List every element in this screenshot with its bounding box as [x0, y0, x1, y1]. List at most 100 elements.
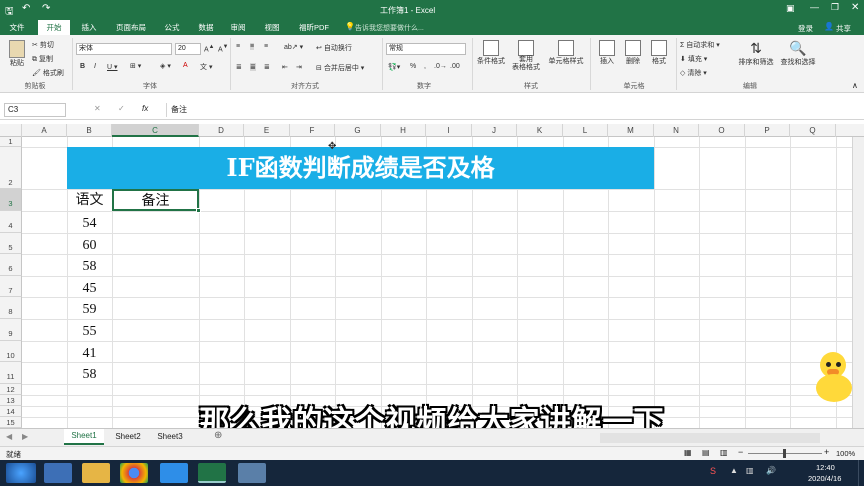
column-header[interactable]: O [699, 124, 745, 137]
column-header[interactable]: F [290, 124, 335, 137]
number-format-dropdown[interactable]: 常规 [386, 43, 466, 55]
score-cell[interactable]: 45 [67, 276, 112, 297]
score-cell[interactable]: 54 [67, 211, 112, 233]
sogou-icon[interactable] [160, 463, 188, 483]
align-bottom-icon[interactable]: ≡ [264, 43, 268, 50]
merge-center-button[interactable]: ⊟ 合并后居中 ▾ [316, 63, 364, 73]
volume-icon[interactable]: 🔊 [766, 466, 776, 475]
column-header[interactable]: J [472, 124, 517, 137]
paste-button[interactable]: 粘贴 [6, 40, 28, 68]
column-header[interactable]: D [199, 124, 244, 137]
align-center-icon[interactable]: ≣ [250, 63, 256, 71]
column-header[interactable]: G [335, 124, 381, 137]
row-header[interactable]: 13 [0, 395, 22, 406]
enter-icon[interactable]: ✓ [118, 104, 125, 113]
tab-data[interactable]: 数据 [192, 20, 220, 35]
insert-function-icon[interactable]: fx [142, 104, 148, 113]
zoom-in-icon[interactable]: + [824, 447, 829, 457]
fill-color-icon[interactable]: ◈ ▾ [160, 62, 171, 70]
column-header[interactable]: Q [790, 124, 836, 137]
tab-home[interactable]: 开始 [38, 20, 70, 35]
percent-icon[interactable]: % [410, 63, 416, 70]
column-header[interactable]: E [244, 124, 290, 137]
format-as-table-button[interactable]: 套用 表格格式 [508, 40, 544, 72]
row-header[interactable]: 3 [0, 189, 22, 211]
format-cells-button[interactable]: 格式 [648, 40, 670, 66]
copy-button[interactable]: ⧉ 复制 [32, 54, 53, 64]
tab-page-layout[interactable]: 页面布局 [110, 20, 152, 35]
find-select-button[interactable]: 🔍 查找和选择 [778, 40, 818, 67]
restore-icon[interactable]: ❐ [831, 2, 839, 13]
orientation-icon[interactable]: ab↗ ▾ [284, 43, 303, 51]
tell-me-box[interactable]: 告诉我您想要做什么... [355, 23, 424, 33]
increase-decimal-icon[interactable]: .0→ [434, 63, 447, 70]
column-header[interactable]: L [563, 124, 608, 137]
clock-time[interactable]: 12:40 [816, 463, 835, 472]
wrap-text-button[interactable]: ↩ 自动换行 [316, 43, 352, 53]
row-header[interactable]: 4 [0, 211, 22, 233]
formula-input[interactable]: 备注 [166, 103, 856, 117]
align-left-icon[interactable]: ≣ [236, 63, 242, 71]
tab-formulas[interactable]: 公式 [158, 20, 186, 35]
row-header[interactable]: 14 [0, 406, 22, 417]
indent-increase-icon[interactable]: ⇥ [296, 63, 302, 71]
row-header[interactable]: 10 [0, 341, 22, 362]
clock-date[interactable]: 2020/4/16 [808, 474, 841, 483]
tab-file[interactable]: 文件 [2, 20, 32, 35]
column-header[interactable]: B [67, 124, 112, 137]
collapse-ribbon-icon[interactable]: ∧ [852, 81, 858, 90]
network-icon[interactable]: ▥ [746, 466, 754, 475]
indent-decrease-icon[interactable]: ⇤ [282, 63, 288, 71]
row-header[interactable]: 11 [0, 362, 22, 384]
grow-font-icon[interactable]: A▲ [204, 44, 214, 53]
row-header[interactable]: 5 [0, 233, 22, 254]
sheet-tab[interactable]: Sheet2 [110, 430, 146, 444]
close-icon[interactable]: ✕ [851, 2, 859, 13]
currency-icon[interactable]: 💱▾ [388, 63, 400, 71]
name-box[interactable]: C3 [4, 103, 66, 117]
page-layout-icon[interactable]: ▤ [702, 448, 710, 457]
fill-button[interactable]: ⬇ 填充 ▾ [680, 54, 707, 64]
sheet-tab[interactable]: Sheet3 [152, 430, 188, 444]
score-cell[interactable]: 58 [67, 362, 112, 384]
border-icon[interactable]: ⊞ ▾ [130, 62, 141, 70]
sign-in-link[interactable]: 登录 [798, 23, 813, 34]
tab-foxit-pdf[interactable]: 福昕PDF [292, 20, 336, 35]
autosum-button[interactable]: Σ 自动求和 ▾ [680, 40, 720, 50]
align-right-icon[interactable]: ≣ [264, 63, 270, 71]
zoom-out-icon[interactable]: − [738, 447, 743, 457]
start-button[interactable] [6, 463, 36, 483]
weibo-icon[interactable] [44, 463, 72, 483]
bold-icon[interactable]: B [80, 63, 85, 70]
sort-filter-button[interactable]: ⇅ 排序和筛选 [736, 40, 776, 67]
row-header[interactable]: 2 [0, 147, 22, 189]
next-sheet-icon[interactable]: ▶ [22, 432, 28, 441]
column-header[interactable]: N [654, 124, 699, 137]
normal-view-icon[interactable]: ▦ [684, 448, 692, 457]
prev-sheet-icon[interactable]: ◀ [6, 432, 12, 441]
cut-button[interactable]: ✂ 剪切 [32, 40, 54, 50]
tray-chevron-icon[interactable]: ▲ [730, 466, 738, 475]
clear-button[interactable]: ◇ 清除 ▾ [680, 68, 707, 78]
tab-review[interactable]: 审阅 [224, 20, 252, 35]
font-color-icon[interactable]: A [183, 62, 188, 69]
cancel-icon[interactable]: ✕ [94, 104, 101, 113]
score-cell[interactable]: 41 [67, 341, 112, 362]
tab-insert[interactable]: 插入 [74, 20, 104, 35]
redo-icon[interactable]: ↷ [42, 3, 50, 14]
header-chinese[interactable]: 语文 [67, 189, 112, 211]
row-header[interactable]: 12 [0, 384, 22, 395]
zoom-level[interactable]: 100% [836, 449, 855, 458]
score-cell[interactable]: 55 [67, 319, 112, 341]
save-icon[interactable]: 🖫 [5, 4, 14, 21]
add-sheet-icon[interactable]: ⊕ [214, 430, 222, 441]
font-name-dropdown[interactable]: 宋体 [76, 43, 172, 55]
align-middle-icon[interactable]: ≡ [250, 43, 255, 50]
decrease-decimal-icon[interactable]: .00 [450, 63, 460, 70]
font-phonetic-icon[interactable]: 文 ▾ [200, 62, 212, 72]
cell-styles-button[interactable]: 单元格样式 [546, 40, 586, 66]
insert-cells-button[interactable]: 插入 [596, 40, 618, 66]
undo-icon[interactable]: ↶ [22, 3, 30, 14]
row-header[interactable]: 6 [0, 254, 22, 276]
file-explorer-icon[interactable] [82, 463, 110, 483]
